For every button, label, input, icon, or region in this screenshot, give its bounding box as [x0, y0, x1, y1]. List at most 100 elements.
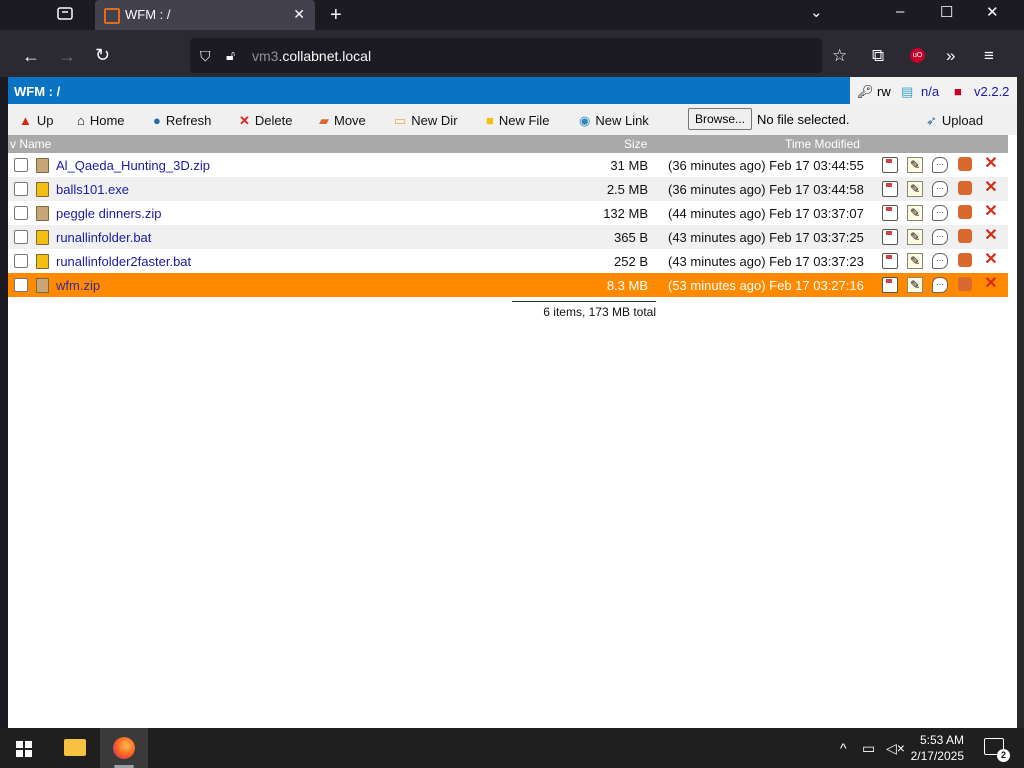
bookmark-star-icon[interactable]: ☆	[832, 46, 847, 66]
tray-overflow-chevron-icon[interactable]: ^	[840, 740, 847, 756]
hamburger-menu-icon[interactable]: ≡	[984, 46, 994, 66]
edit-file-icon[interactable]: ✎	[907, 277, 923, 293]
url-text[interactable]: vm3.collabnet.local	[252, 48, 371, 64]
delete-x-icon[interactable]: ✕	[984, 156, 998, 172]
up-button[interactable]: ▲ Up	[19, 113, 54, 128]
toolbox-icon: ■	[954, 84, 962, 99]
file-checkbox[interactable]	[14, 278, 28, 292]
download-disk-icon[interactable]	[882, 253, 898, 269]
minimize-button[interactable]: –	[896, 3, 904, 20]
info-comment-icon[interactable]: ···	[932, 157, 948, 173]
forward-arrow-icon[interactable]: →	[58, 47, 76, 65]
tab-overflow-chevron-icon[interactable]: ⌄	[810, 3, 823, 21]
file-row[interactable]: Al_Qaeda_Hunting_3D.zip 31 MB (36 minutes …	[8, 153, 1008, 177]
info-comment-icon[interactable]: ···	[932, 181, 948, 197]
move-truck-icon[interactable]	[958, 181, 972, 195]
file-checkbox[interactable]	[14, 182, 28, 196]
file-checkbox[interactable]	[14, 254, 28, 268]
file-name-link[interactable]: balls101.exe	[56, 182, 129, 197]
download-disk-icon[interactable]	[882, 205, 898, 221]
home-button[interactable]: ⌂ Home	[77, 113, 125, 128]
delete-x-icon[interactable]: ✕	[984, 252, 998, 268]
info-comment-icon[interactable]: ···	[932, 277, 948, 293]
quota-text[interactable]: n/a	[921, 84, 939, 99]
file-name-link[interactable]: peggle dinners.zip	[56, 206, 162, 221]
file-checkbox[interactable]	[14, 206, 28, 220]
version-text[interactable]: v2.2.2	[974, 84, 1009, 99]
move-truck-icon[interactable]	[958, 277, 972, 291]
delete-label: Delete	[254, 113, 293, 128]
delete-x-icon[interactable]: ✕	[984, 180, 998, 196]
maximize-button[interactable]: ☐	[940, 3, 953, 21]
download-disk-icon[interactable]	[882, 229, 898, 245]
column-name-header[interactable]: v Name	[10, 137, 51, 151]
browse-button[interactable]: Browse...	[688, 108, 752, 130]
new-dir-button[interactable]: ▭ New Dir	[394, 113, 458, 129]
download-disk-icon[interactable]	[882, 277, 898, 293]
windows-start-icon[interactable]	[16, 741, 32, 757]
upload-button[interactable]: ➶ Upload	[926, 113, 983, 129]
firefox-taskbar-button[interactable]	[100, 728, 148, 768]
back-arrow-icon[interactable]: ←	[22, 47, 40, 65]
file-row[interactable]: wfm.zip 8.3 MB (53 minutes ago) Feb 17 03:…	[8, 273, 1008, 297]
move-truck-icon[interactable]	[958, 253, 972, 267]
ublock-origin-icon[interactable]: uO	[910, 48, 925, 63]
file-checkbox[interactable]	[14, 230, 28, 244]
browser-tab-active[interactable]: WFM : / ✕	[95, 0, 315, 30]
download-disk-icon[interactable]	[882, 181, 898, 197]
lock-icon[interactable]: 🔓︎	[226, 47, 235, 64]
file-explorer-icon[interactable]	[64, 739, 86, 756]
tab-list-icon[interactable]	[56, 4, 80, 26]
refresh-button[interactable]: ● Refresh	[153, 113, 211, 128]
firefox-icon	[113, 737, 135, 759]
file-name-link[interactable]: Al_Qaeda_Hunting_3D.zip	[56, 158, 210, 173]
close-window-button[interactable]: ✕	[986, 3, 999, 21]
move-truck-icon[interactable]	[958, 157, 972, 171]
info-comment-icon[interactable]: ···	[932, 253, 948, 269]
file-row[interactable]: balls101.exe 2.5 MB (36 minutes ago) Feb 1…	[8, 177, 1008, 201]
new-link-button[interactable]: ◉ New Link	[579, 113, 649, 129]
overflow-menu-icon[interactable]: »	[946, 46, 955, 66]
edit-file-icon[interactable]: ✎	[907, 157, 923, 173]
info-comment-icon[interactable]: ···	[932, 229, 948, 245]
file-list: Al_Qaeda_Hunting_3D.zip 31 MB (36 minutes …	[8, 153, 1008, 297]
delete-x-icon[interactable]: ✕	[984, 228, 998, 244]
edit-file-icon[interactable]: ✎	[907, 229, 923, 245]
tab-close-icon[interactable]: ✕	[293, 6, 305, 23]
notification-center-icon[interactable]: 2	[984, 738, 1010, 762]
file-row[interactable]: runallinfolder2faster.bat 252 B (43 minute…	[8, 249, 1008, 273]
file-checkbox[interactable]	[14, 158, 28, 172]
delete-x-icon[interactable]: ✕	[984, 204, 998, 220]
summary-text: 6 items, 173 MB total	[512, 301, 656, 319]
extensions-icon[interactable]: ⧉	[872, 46, 884, 66]
wfm-toolbar: ▲ Up ⌂ Home ● Refresh ✕ Delete ▰ Move ▭ New Di…	[8, 104, 1017, 135]
move-button[interactable]: ▰ Move	[319, 113, 366, 129]
permission-text: rw	[877, 84, 891, 99]
file-time-modified: (36 minutes ago) Feb 17 03:44:55	[668, 158, 864, 173]
tracking-shield-icon[interactable]: ⛉	[200, 48, 211, 65]
file-list-header: v Name Size Time Modified	[8, 135, 1008, 153]
edit-file-icon[interactable]: ✎	[907, 253, 923, 269]
file-name-link[interactable]: runallinfolder2faster.bat	[56, 254, 191, 269]
info-comment-icon[interactable]: ···	[932, 205, 948, 221]
move-truck-icon[interactable]	[958, 229, 972, 243]
system-clock[interactable]: 5:53 AM 2/17/2025	[902, 732, 964, 764]
file-name-link[interactable]: wfm.zip	[56, 278, 100, 293]
delete-button[interactable]: ✕ Delete	[239, 113, 292, 129]
file-row[interactable]: peggle dinners.zip 132 MB (44 minutes ago)…	[8, 201, 1008, 225]
column-size-header[interactable]: Size	[624, 137, 647, 151]
edit-file-icon[interactable]: ✎	[907, 181, 923, 197]
file-row[interactable]: runallinfolder.bat 365 B (43 minutes ago) …	[8, 225, 1008, 249]
new-file-label: New File	[498, 113, 550, 128]
column-time-header[interactable]: Time Modified	[785, 137, 860, 151]
delete-x-icon[interactable]: ✕	[984, 276, 998, 292]
move-truck-icon[interactable]	[958, 205, 972, 219]
new-tab-button[interactable]: +	[330, 4, 342, 27]
edit-file-icon[interactable]: ✎	[907, 205, 923, 221]
file-size: 132 MB	[603, 206, 648, 221]
download-disk-icon[interactable]	[882, 157, 898, 173]
network-icon[interactable]: ▭	[862, 740, 875, 757]
reload-icon[interactable]: ↻	[95, 46, 110, 64]
file-name-link[interactable]: runallinfolder.bat	[56, 230, 151, 245]
new-file-button[interactable]: ■ New File	[486, 113, 549, 128]
